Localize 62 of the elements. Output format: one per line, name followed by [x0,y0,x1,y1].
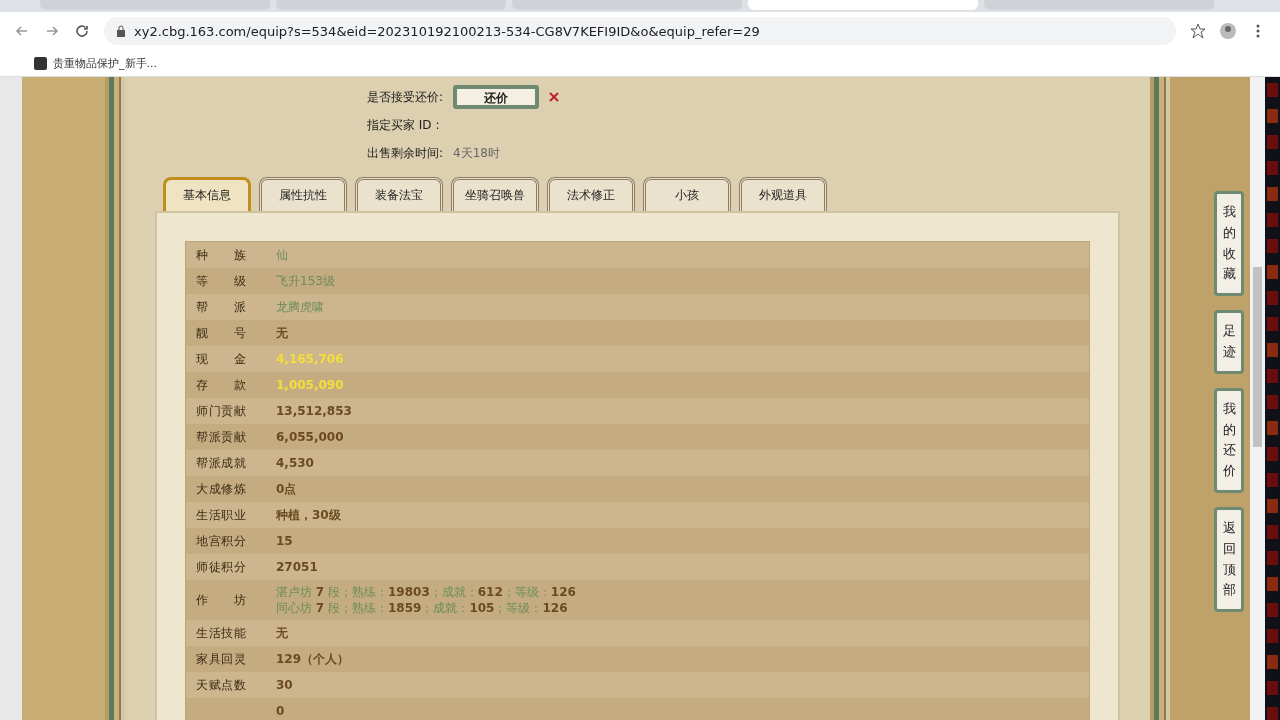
address-bar[interactable]: xy2.cbg.163.com/equip?s=534&eid=202310192100213-534-CG8V7KEFI9ID&o&equip_refer=29 [104,17,1176,45]
lock-icon [116,25,126,37]
row-label: 等 级 [196,272,246,290]
row-label: 地宫积分 [196,532,246,550]
row-label: 帮派成就 [196,454,246,472]
close-icon[interactable] [549,92,560,102]
row-label: 帮 派 [196,298,246,316]
counter-offer-button[interactable]: 还价 [453,85,540,109]
row-value: 13,512,853 [276,404,352,418]
scrollbar-thumb[interactable] [1253,267,1262,447]
tab[interactable]: 属性抗性 [259,177,347,211]
field-value: 4天18时 [453,144,500,162]
row-label: 帮派贡献 [196,428,246,446]
tab[interactable]: 坐骑召唤兽 [451,177,539,211]
row-value: 6,055,000 [276,430,344,444]
row-label: 生活职业 [196,506,246,524]
tab[interactable]: 外观道具 [739,177,827,211]
side-button[interactable]: 足迹 [1214,310,1244,374]
row-value: 0点 [276,480,297,498]
row-label: 现 金 [196,350,246,368]
row-label: 师徒积分 [196,558,246,576]
row-value: 飞升153级 [276,272,335,290]
row-value: 27051 [276,560,318,574]
field-label: 指定买家 ID : [367,116,440,134]
field-label: 是否接受还价: [367,88,444,106]
row-value: 30 [276,678,293,692]
row-value: 仙 [276,246,288,264]
profile-icon[interactable] [1220,23,1236,39]
field-label: 出售剩余时间: [367,144,444,162]
row-label: 种 族 [196,246,246,264]
row-value: 龙腾虎啸 [276,298,324,316]
tab[interactable]: 基本信息 [163,177,251,211]
row-label: 生活技能 [196,624,246,642]
side-button[interactable]: 我的收藏 [1214,191,1244,297]
row-label: 作 坊 [196,591,246,609]
tab[interactable]: 小孩 [643,177,731,211]
row-value: 4,165,706 [276,352,344,366]
star-icon[interactable] [1190,23,1206,39]
row-label: 靓 号 [196,324,246,342]
row-value: 129（个人） [276,650,350,668]
workshop-line: 同心坊 7 段；熟练：1859；成就：105；等级：126 [276,600,569,616]
row-label: 大成修炼 [196,480,246,498]
url-text: xy2.cbg.163.com/equip?s=534&eid=202310192100213-534-CG8V7KEFI9ID&o&equip_refer=29 [134,23,760,39]
side-button[interactable]: 我的还价 [1214,387,1244,493]
row-value: 4,530 [276,456,314,470]
row-value: 种植，30级 [276,506,341,524]
side-button[interactable]: 返回顶部 [1214,506,1244,613]
row-value: 无 [276,624,288,642]
reload-icon[interactable] [74,23,90,39]
row-value: 15 [276,534,293,548]
row-label: 存 款 [196,376,246,394]
tab[interactable]: 装备法宝 [355,177,443,211]
row-value: 无 [276,324,288,342]
row-label: 家具回灵 [196,650,246,668]
tab[interactable]: 法术修正 [547,177,635,211]
workshop-line: 湛卢坊 7 段；熟练：19803；成就：612；等级：126 [276,584,576,600]
row-value: 0 [276,704,285,718]
row-label: 天赋点数 [196,676,246,694]
row-label: 师门贡献 [196,402,246,420]
bookmark[interactable]: 贵重物品保护_新手... [53,55,157,71]
bookmark-icon [34,56,47,70]
row-value: 1,005,090 [276,378,344,392]
